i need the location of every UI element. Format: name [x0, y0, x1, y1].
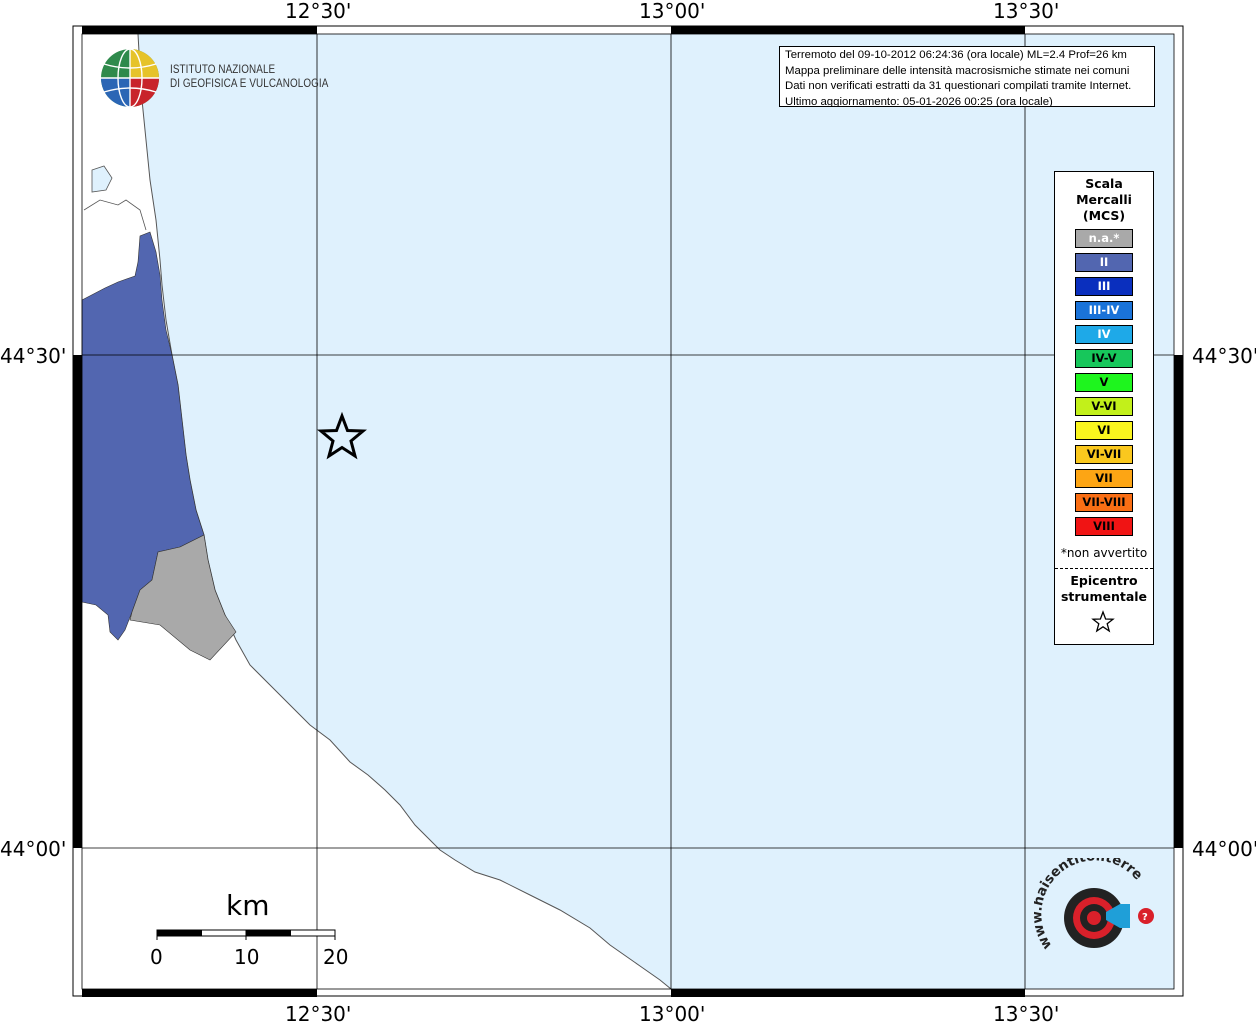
tick-label-bottom-1230: 12°30' — [285, 1002, 352, 1026]
legend-swatch: III-IV — [1075, 301, 1133, 320]
tick-label-left-4400: 44°00' — [0, 837, 67, 861]
scale-bar-unit: km — [226, 889, 270, 922]
haisentito-logo: www.haisentitoilterremoto.it ? — [1034, 858, 1154, 952]
legend-swatch: V-VI — [1075, 397, 1133, 416]
legend-swatch: VI — [1075, 421, 1133, 440]
event-info-line: Dati non verificati estratti da 31 quest… — [785, 80, 1132, 92]
legend-swatch: VIII — [1075, 517, 1133, 536]
event-info-box: Terremoto del 09-10-2012 06:24:36 (ora l… — [779, 46, 1155, 107]
tick-label-right-4400: 44°00' — [1192, 837, 1256, 861]
legend-swatch: n.a.* — [1075, 229, 1133, 248]
legend-swatch: VI-VII — [1075, 445, 1133, 464]
legend-swatch: IV-V — [1075, 349, 1133, 368]
scale-bar-tick: 20 — [323, 945, 349, 969]
legend-epicenter-label: Epicentro strumentale — [1060, 573, 1148, 604]
tick-label-top-1230: 12°30' — [285, 0, 352, 23]
ingv-name: ISTITUTO NAZIONALE DI GEOFISICA E VULCAN… — [170, 64, 329, 90]
tick-label-right-4430: 44°30' — [1192, 344, 1256, 368]
legend-swatch: VII-VIII — [1075, 493, 1133, 512]
tick-label-top-1330: 13°30' — [993, 0, 1060, 23]
scale-bar-tick: 0 — [150, 945, 163, 969]
tick-label-left-4430: 44°30' — [0, 344, 67, 368]
event-info-line: Ultimo aggiornamento: 05-01-2026 00:25 (… — [785, 95, 1053, 107]
tick-label-bottom-1330: 13°30' — [993, 1002, 1060, 1026]
legend-swatch: II — [1075, 253, 1133, 272]
scale-bar-tick: 10 — [234, 945, 260, 969]
legend-swatch: VII — [1075, 469, 1133, 488]
svg-text:?: ? — [1142, 912, 1148, 923]
legend-divider — [1055, 568, 1153, 569]
legend-swatch: V — [1075, 373, 1133, 392]
tick-label-bottom-1300: 13°00' — [639, 1002, 706, 1026]
legend-title: Scala Mercalli (MCS) — [1076, 176, 1132, 223]
event-info-line: Terremoto del 09-10-2012 06:24:36 (ora l… — [785, 49, 1127, 61]
event-info-line: Mappa preliminare delle intensità macros… — [785, 64, 1130, 77]
legend-note: *non avvertito — [1060, 546, 1148, 560]
legend-swatch: IV — [1075, 325, 1133, 344]
mcs-legend: Scala Mercalli (MCS) n.a.* II III III-IV IV I… — [1054, 171, 1154, 645]
legend-swatch: III — [1075, 277, 1133, 296]
tick-label-top-1300: 13°00' — [639, 0, 706, 23]
legend-star-icon — [1091, 610, 1115, 633]
